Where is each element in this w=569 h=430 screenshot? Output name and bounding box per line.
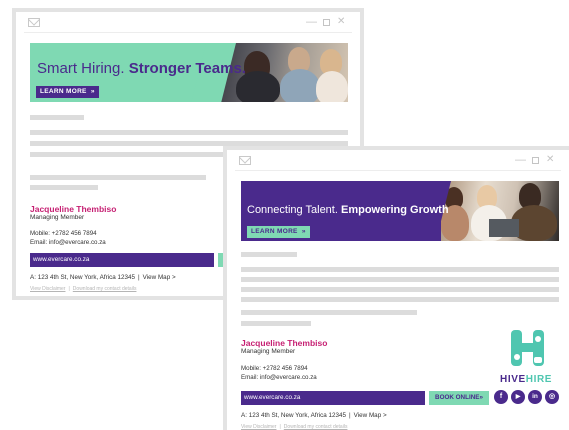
signature-role: Managing Member	[30, 214, 85, 221]
youtube-icon[interactable]: ▶	[511, 390, 525, 404]
placeholder-line	[241, 310, 417, 315]
footer-links: View Disclaimer | Download my contact deta…	[30, 286, 137, 292]
placeholder-line	[241, 321, 311, 326]
view-disclaimer-link[interactable]: View Disclaimer	[241, 424, 276, 430]
linkedin-glyph: in	[532, 393, 538, 400]
view-map-link[interactable]: View Map >	[354, 412, 387, 419]
placeholder-line	[30, 115, 84, 120]
footer-links: View Disclaimer | Download my contact deta…	[241, 424, 348, 430]
banner-headline-bold: Empowering Growth	[340, 204, 449, 216]
signature-email[interactable]: Email: info@evercare.co.za	[30, 238, 106, 247]
logo-text-hive: HIVE	[500, 374, 526, 385]
learn-more-button[interactable]: LEARN MORE »	[36, 86, 99, 98]
maximize-icon[interactable]	[323, 19, 330, 26]
banner-headline: Connecting Talent. Empowering Growth	[247, 204, 449, 216]
placeholder-line	[30, 185, 98, 190]
signature-mobile[interactable]: Mobile: +2782 456 7894	[241, 364, 317, 373]
double-chevron-icon: »	[479, 394, 483, 401]
placeholder-line	[241, 267, 559, 272]
learn-more-label: LEARN MORE	[40, 88, 87, 95]
linkedin-icon[interactable]: in	[528, 390, 542, 404]
instagram-icon[interactable]: ◎	[545, 390, 559, 404]
promo-banner[interactable]: Connecting Talent. Empowering Growth LEA…	[241, 181, 559, 241]
signature-name: Jacqueline Thembiso	[30, 204, 117, 214]
website-link[interactable]: www.evercare.co.za	[241, 391, 425, 405]
signature-role: Managing Member	[241, 348, 296, 355]
banner-photo	[441, 181, 559, 241]
mail-icon	[239, 156, 251, 165]
instagram-glyph: ◎	[548, 393, 556, 400]
minimize-icon[interactable]: —	[515, 154, 526, 166]
title-bar: — ✕	[16, 12, 360, 38]
signature-address: A: 123 4th St, New York, Africa 12345	[241, 412, 347, 419]
banner-headline-light: Smart Hiring.	[37, 60, 125, 77]
close-icon[interactable]: ✕	[337, 16, 345, 28]
hivehire-logo-text: HIVEHIRE	[500, 374, 552, 385]
facebook-icon[interactable]: f	[494, 390, 508, 404]
banner-headline: Smart Hiring. Stronger Teams.	[37, 60, 246, 77]
signature-address-line: A: 123 4th St, New York, Africa 12345 | Vi…	[241, 412, 387, 419]
view-disclaimer-link[interactable]: View Disclaimer	[30, 286, 65, 292]
logo-text-hire: HIRE	[525, 374, 553, 385]
website-link[interactable]: www.evercare.co.za	[30, 253, 214, 267]
placeholder-line	[30, 175, 206, 180]
minimize-icon[interactable]: —	[306, 16, 317, 28]
placeholder-line	[30, 152, 230, 157]
signature-contact: Mobile: +2782 456 7894 Email: info@everc…	[30, 229, 106, 247]
promo-banner[interactable]: Smart Hiring. Stronger Teams. LEARN MORE…	[30, 43, 348, 102]
learn-more-button[interactable]: LEARN MORE »	[247, 226, 310, 238]
signature-contact: Mobile: +2782 456 7894 Email: info@everc…	[241, 364, 317, 382]
book-online-label: BOOK ONLINE	[435, 394, 480, 401]
hivehire-logo-icon	[511, 330, 544, 366]
double-chevron-icon: »	[88, 88, 95, 95]
signature-mobile[interactable]: Mobile: +2782 456 7894	[30, 229, 106, 238]
maximize-icon[interactable]	[532, 157, 539, 164]
title-divider	[235, 170, 561, 171]
placeholder-line	[241, 287, 559, 292]
title-divider	[24, 32, 352, 33]
close-icon[interactable]: ✕	[546, 154, 554, 166]
double-chevron-icon: »	[299, 228, 306, 235]
placeholder-line	[30, 130, 348, 135]
placeholder-line	[241, 277, 559, 282]
signature-email[interactable]: Email: info@evercare.co.za	[241, 373, 317, 382]
signature-address: A: 123 4th St, New York, Africa 12345	[30, 274, 136, 281]
banner-headline-light: Connecting Talent.	[247, 204, 338, 216]
mail-icon	[28, 18, 40, 27]
placeholder-line	[241, 297, 559, 302]
title-bar: — ✕	[227, 150, 569, 176]
youtube-glyph: ▶	[515, 394, 521, 400]
download-contact-link[interactable]: Download my contact details	[284, 424, 348, 430]
email-window-front: — ✕ Connecting Talent. Empowering Growth…	[223, 146, 569, 430]
placeholder-line	[241, 252, 297, 257]
banner-headline-bold: Stronger Teams.	[128, 60, 246, 77]
signature-address-line: A: 123 4th St, New York, Africa 12345 | Vi…	[30, 274, 176, 281]
download-contact-link[interactable]: Download my contact details	[73, 286, 137, 292]
signature-name: Jacqueline Thembiso	[241, 338, 328, 348]
facebook-glyph: f	[499, 393, 503, 400]
learn-more-label: LEARN MORE	[251, 228, 298, 235]
view-map-link[interactable]: View Map >	[143, 274, 176, 281]
book-online-button[interactable]: BOOK ONLINE»	[429, 391, 489, 405]
